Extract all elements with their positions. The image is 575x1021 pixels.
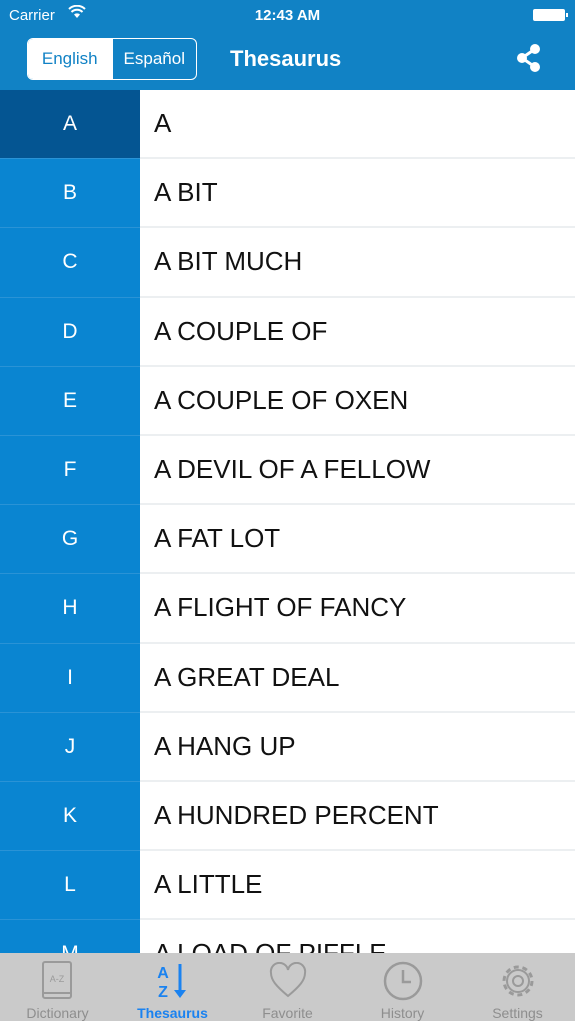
term-item[interactable]: A FAT LOT	[140, 505, 575, 575]
list-row: DA COUPLE OF	[0, 297, 575, 367]
index-letter[interactable]: F	[0, 435, 140, 506]
az-sort-icon: AZ	[150, 959, 196, 1003]
battery-icon	[533, 9, 568, 21]
tab-label: Dictionary	[26, 1005, 89, 1021]
index-letter[interactable]: I	[0, 643, 140, 713]
share-icon	[517, 44, 540, 72]
term-item[interactable]: A FLIGHT OF FANCY	[140, 574, 575, 644]
list-row: EA COUPLE OF OXEN	[0, 366, 575, 436]
term-item[interactable]: A HUNDRED PERCENT	[140, 782, 575, 852]
list-row: GA FAT LOT	[0, 505, 575, 575]
svg-text:Z: Z	[158, 984, 168, 1001]
tab-dictionary[interactable]: A-Z Dictionary	[0, 953, 115, 1021]
language-segmented-control: English Español	[27, 38, 197, 80]
share-button[interactable]	[513, 42, 545, 74]
tab-settings[interactable]: Settings	[460, 953, 575, 1021]
dictionary-book-icon: A-Z	[35, 959, 81, 1003]
index-letter[interactable]: D	[0, 297, 140, 367]
page-title: Thesaurus	[230, 46, 342, 71]
tab-label: Favorite	[262, 1005, 313, 1021]
term-item[interactable]: A LOAD OF PIFFLE	[140, 920, 575, 953]
tab-label: History	[380, 1005, 425, 1021]
term-item[interactable]: A HANG UP	[140, 713, 575, 782]
index-letter[interactable]: K	[0, 781, 140, 852]
term-item[interactable]: A DEVIL OF A FELLOW	[140, 436, 575, 506]
index-letter[interactable]: G	[0, 505, 140, 575]
tab-label: Settings	[492, 1005, 543, 1021]
list-row: IA GREAT DEAL	[0, 643, 575, 713]
term-item[interactable]: A BIT MUCH	[140, 228, 575, 298]
heart-icon	[265, 959, 311, 1003]
index-letter[interactable]: C	[0, 228, 140, 298]
clock-icon	[380, 959, 426, 1003]
term-item[interactable]: A BIT	[140, 159, 575, 229]
index-letter[interactable]: H	[0, 574, 140, 644]
list-row: CA BIT MUCH	[0, 228, 575, 298]
svg-text:A: A	[157, 965, 169, 982]
tab-label: Thesaurus	[137, 1005, 208, 1021]
index-letter[interactable]: M	[0, 920, 140, 953]
thesaurus-list[interactable]: AABA BIT C A BIT MUCH D A COUPLE OF E A COUPLE…	[0, 90, 575, 953]
tab-bar: A-Z Dictionary AZ Thesaurus Favorite His…	[0, 953, 575, 1021]
tab-thesaurus[interactable]: AZ Thesaurus	[115, 953, 230, 1021]
list-row: AA	[0, 90, 575, 160]
term-item[interactable]: A COUPLE OF OXEN	[140, 367, 575, 436]
svg-text:A-Z: A-Z	[49, 974, 64, 984]
tab-history[interactable]: History	[345, 953, 460, 1021]
list-row: FA DEVIL OF A FELLOW	[0, 435, 575, 506]
list-row: BA BIT	[0, 159, 575, 229]
language-english-option[interactable]: English	[28, 39, 112, 79]
term-item[interactable]: A GREAT DEAL	[140, 644, 575, 713]
index-letter[interactable]: B	[0, 159, 140, 229]
list-row: HA FLIGHT OF FANCY	[0, 574, 575, 644]
term-item[interactable]: A	[140, 90, 575, 160]
term-item[interactable]: A COUPLE OF	[140, 298, 575, 367]
index-letter[interactable]: E	[0, 366, 140, 436]
gear-icon	[495, 959, 541, 1003]
term-item[interactable]: A LITTLE	[140, 851, 575, 921]
list-row: KA HUNDRED PERCENT	[0, 781, 575, 852]
tab-favorite[interactable]: Favorite	[230, 953, 345, 1021]
index-letter[interactable]: J	[0, 712, 140, 782]
status-bar: Carrier 12:43 AM	[0, 0, 575, 30]
list-row: LA LITTLE	[0, 851, 575, 921]
list-row: MA LOAD OF PIFFLE	[0, 920, 575, 953]
list-row: JA HANG UP	[0, 712, 575, 782]
index-letter[interactable]: A	[0, 90, 140, 160]
clock-time: 12:43 AM	[254, 7, 321, 24]
nav-header: Carrier 12:43 AM English Español Thesaur…	[0, 0, 575, 90]
language-spanish-option[interactable]: Español	[111, 39, 197, 79]
index-letter[interactable]: L	[0, 851, 140, 921]
